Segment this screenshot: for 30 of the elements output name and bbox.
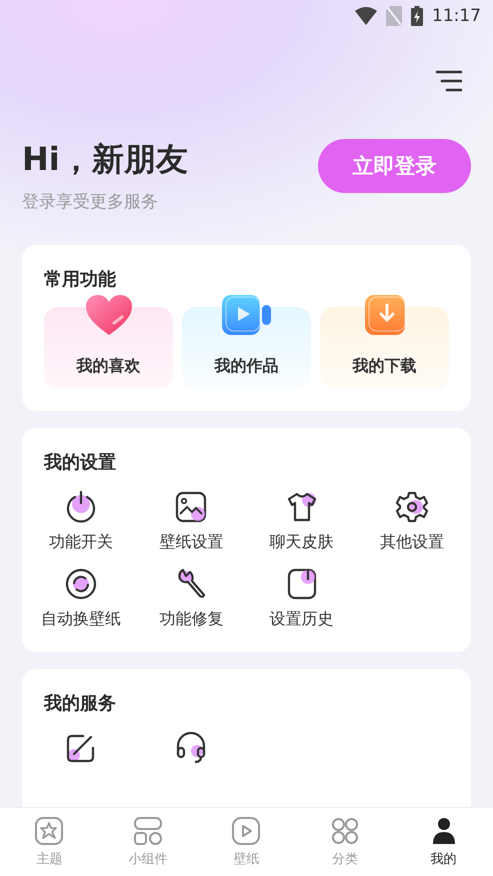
video-camera-icon [220, 293, 274, 337]
function-label[interactable]: 我的作品 [214, 356, 278, 377]
widget-icon [132, 816, 163, 846]
battery-charging-icon [411, 6, 423, 26]
status-time: 11:17 [432, 6, 481, 26]
section-title: 我的服务 [44, 692, 117, 715]
greeting-subtitle: 登录享受更多服务 [22, 191, 159, 213]
nav-tab[interactable]: 我的 [394, 808, 493, 876]
function-label[interactable]: 我的喜欢 [76, 356, 140, 377]
greeting-title: Hi，新朋友 [22, 139, 188, 180]
download-icon [362, 293, 406, 337]
setting-label[interactable]: 其他设置 [380, 532, 444, 553]
heart-icon [84, 293, 134, 337]
setting-label[interactable]: 自动换壁纸 [41, 609, 122, 630]
wifi-icon [355, 7, 377, 25]
section-title: 常用功能 [44, 268, 117, 291]
setting-label[interactable]: 壁纸设置 [159, 532, 224, 553]
grid-icon [330, 816, 360, 846]
function-label[interactable]: 我的下载 [352, 356, 416, 377]
menu-icon[interactable] [436, 70, 462, 92]
setting-label[interactable]: 设置历史 [270, 609, 334, 630]
setting-label[interactable]: 聊天皮肤 [270, 532, 334, 553]
setting-label[interactable]: 功能开关 [49, 532, 114, 553]
play-icon [231, 816, 262, 846]
refresh-icon[interactable] [64, 567, 98, 601]
section-title: 我的设置 [44, 451, 117, 474]
setting-label[interactable]: 功能修复 [159, 609, 224, 630]
no-sim-icon [386, 6, 402, 26]
image-icon[interactable] [174, 490, 208, 524]
settings-icon[interactable] [394, 490, 429, 524]
